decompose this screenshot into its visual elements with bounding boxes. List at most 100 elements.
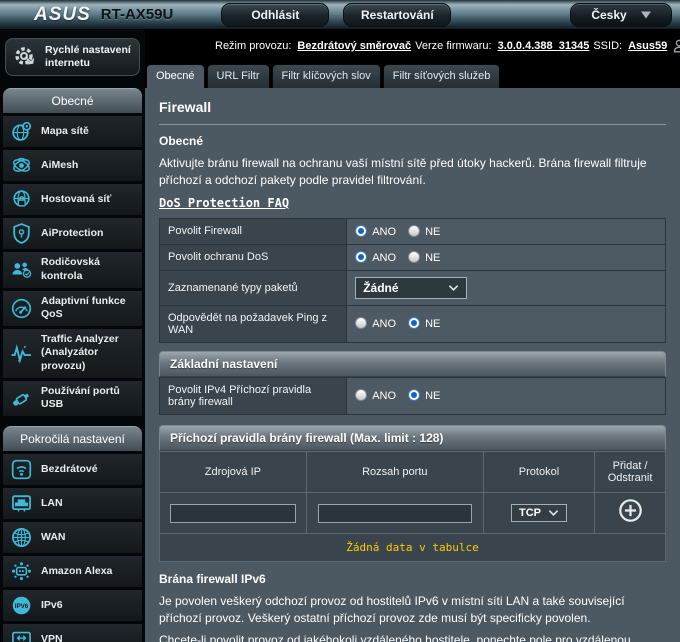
sidebar-item-wan[interactable]: WAN (3, 522, 142, 553)
row-label: Povolit ochranu DoS (160, 244, 347, 270)
quick-setup-gear-icon (12, 45, 38, 69)
table-row: Odpovědět na požadavek Ping z WAN ANONE (160, 305, 666, 342)
logout-button[interactable]: Odhlásit (221, 3, 329, 27)
sidebar-item-traffic-analyzer-analyz-tor-provozu[interactable]: Traffic Analyzer (Analyzátor provozu) (3, 329, 142, 378)
ssid-value-link[interactable]: Asus59 (628, 40, 667, 52)
sidebar-item-label: AiProtection (41, 227, 103, 241)
column-header-rozsah-portu: Rozsah portu (306, 451, 483, 492)
parental-controls-icon (8, 258, 34, 281)
sidebar-item-adaptivn-funkce-qos[interactable]: Adaptivní funkce QoS (3, 291, 142, 326)
ipv6-firewall-heading: Brána firewall IPv6 (159, 572, 666, 586)
sidebar-item-label: WAN (41, 531, 66, 545)
firmware-value-link[interactable]: 3.0.0.4.388_31345 (498, 40, 590, 52)
no-label: NE (425, 252, 440, 264)
traffic-analyzer-icon (8, 342, 34, 365)
sidebar-item-label: AiMesh (41, 159, 78, 173)
source-ip-input[interactable] (170, 504, 296, 523)
sidebar-item-label: Traffic Analyzer (Analyzátor provozu) (41, 333, 137, 374)
port-range-input[interactable] (318, 504, 472, 523)
row-label: Zaznamenané typy paketů (160, 270, 347, 305)
sidebar-item-aiprotection[interactable]: AiProtection (3, 218, 142, 249)
sidebar-section-title-obecn: Obecné (3, 88, 142, 113)
ipv4-inbound-yes-radio[interactable] (355, 389, 367, 401)
general-settings-table: Povolit Firewall ANONE Povolit ochranu D… (159, 218, 666, 343)
sidebar-item-label: Adaptivní funkce QoS (41, 295, 137, 322)
sidebar-item-rodi-ovsk-kontrola[interactable]: Rodičovská kontrola (3, 252, 142, 287)
table-row: Povolit Firewall ANONE (160, 218, 666, 244)
sidebar-item-lan[interactable]: LAN (3, 488, 142, 519)
sidebar-item-mapa-s-t[interactable]: Mapa sítě (3, 116, 142, 147)
asus-logo: ASUS (34, 4, 91, 26)
clients-icon[interactable] (671, 36, 680, 56)
general-heading: Obecné (159, 134, 666, 148)
enable-firewall-yes-radio[interactable] (355, 225, 367, 237)
plus-icon (618, 511, 643, 526)
dos-protection-faq-link[interactable]: DoS Protection FAQ (159, 196, 289, 210)
table-row: Povolit ochranu DoS ANONE (160, 244, 666, 270)
sidebar-item-hostovan-s[interactable]: Hostovaná síť (3, 184, 142, 215)
add-rule-button[interactable] (618, 498, 643, 523)
reboot-button[interactable]: Restartování (343, 3, 451, 27)
top-banner: ASUS RT-AX59U Odhlásit Restartování Česk… (0, 0, 680, 30)
page-title: Firewall (159, 88, 666, 125)
tab-filtr-kl-ov-ch-slov[interactable]: Filtr klíčových slov (272, 64, 381, 88)
general-description: Aktivujte bránu firewall na ochranu vaší… (159, 155, 666, 190)
sidebar-item-label: LAN (41, 497, 63, 511)
sidebar-item-pou-v-n-port-usb[interactable]: Používání portů USB (3, 381, 142, 416)
sidebar-item-aimesh[interactable]: AiMesh (3, 150, 142, 181)
wireless-icon (8, 458, 34, 481)
logged-packets-select[interactable]: Žádné (355, 277, 467, 299)
status-icons (671, 36, 680, 56)
sidebar-item-label: Používání portů USB (41, 385, 137, 412)
language-label: Česky (591, 8, 626, 22)
aimesh-icon (8, 154, 34, 177)
sidebar-sections: Obecné Mapa sítě AiMesh Hostovaná síť AiProt… (0, 88, 145, 642)
aiprotection-shield-icon (8, 222, 34, 245)
sidebar-item-amazon-alexa[interactable]: Amazon Alexa (3, 556, 142, 587)
guest-network-icon (8, 188, 34, 211)
yes-label: ANO (372, 318, 396, 330)
row-label: Povolit IPv4 Příchozí pravidla brány fir… (160, 377, 347, 414)
no-label: NE (425, 226, 440, 238)
ping-wan-yes-radio[interactable] (355, 317, 367, 329)
protocol-value: TCP (519, 507, 541, 519)
sidebar-item-label: IPv6 (41, 599, 63, 613)
column-header-zdrojov-ip: Zdrojová IP (160, 451, 307, 492)
ssid-label: SSID: (593, 40, 622, 52)
mode-value-link[interactable]: Bezdrátový směrovač (297, 40, 411, 52)
protocol-select[interactable]: TCP (511, 504, 567, 522)
ipv6-description-1: Je povolen veškerý odchozí provoz od hos… (159, 593, 666, 628)
yes-label: ANO (372, 226, 396, 238)
network-map-icon (8, 120, 34, 143)
sidebar-item-ipv6[interactable]: IPV6 IPv6 (3, 590, 142, 621)
sidebar-item-label: Rychlé nastavení internetu (45, 44, 133, 70)
sidebar-item-label: Bezdrátové (41, 463, 98, 477)
table-row: Povolit IPv4 Příchozí pravidla brány fir… (160, 377, 666, 414)
sidebar-item-label: Rodičovská kontrola (41, 256, 137, 283)
sidebar-item-quick-internet-setup[interactable]: Rychlé nastavení internetu (5, 38, 140, 76)
enable-firewall-no-radio[interactable] (408, 225, 420, 237)
router-admin-page: ASUS RT-AX59U Odhlásit Restartování Česk… (0, 0, 680, 642)
enable-dos-yes-radio[interactable] (355, 251, 367, 263)
sidebar-item-label: Mapa sítě (41, 125, 89, 139)
language-dropdown[interactable]: Česky (570, 3, 672, 27)
enable-dos-no-radio[interactable] (408, 251, 420, 263)
sidebar-item-bezdr-tov[interactable]: Bezdrátové (3, 454, 142, 485)
sidebar-item-label: Hostovaná síť (41, 193, 111, 207)
tab-url-filtr[interactable]: URL Filtr (207, 64, 270, 88)
tab-bar: ObecnéURL FiltrFiltr klíčových slovFiltr… (145, 62, 680, 88)
mode-label: Režim provozu: (215, 40, 291, 52)
ping-wan-no-radio[interactable] (408, 317, 420, 329)
yes-label: ANO (372, 390, 396, 402)
chevron-down-icon (448, 284, 459, 292)
firmware-label: Verze firmwaru: (415, 40, 491, 52)
rule-input-row: TCP (160, 492, 666, 533)
column-header-p-idat-odstranit: Přidat / Odstranit (595, 451, 666, 492)
tab-filtr-s-ov-ch-slu-eb[interactable]: Filtr síťových služeb (383, 64, 501, 88)
svg-text:IPV6: IPV6 (14, 603, 28, 610)
tab-obecn[interactable]: Obecné (146, 64, 205, 88)
sidebar-item-vpn[interactable]: VPN (3, 624, 142, 642)
no-label: NE (425, 390, 440, 402)
ipv6-icon: IPV6 (8, 594, 34, 617)
ipv4-inbound-no-radio[interactable] (408, 389, 420, 401)
